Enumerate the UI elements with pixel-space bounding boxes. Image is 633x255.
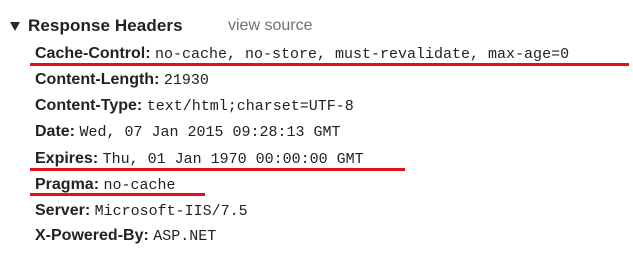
header-row-server: Server: Microsoft-IIS/7.5 [35, 198, 248, 224]
response-headers-panel: Response Headers view source Cache-Contr… [0, 0, 633, 255]
header-value: Thu, 01 Jan 1970 00:00:00 GMT [102, 151, 364, 168]
view-source-link[interactable]: view source [228, 14, 312, 38]
header-row-content-type: Content-Type: text/html;charset=UTF-8 [35, 93, 354, 119]
header-key: X-Powered-By: [35, 227, 154, 244]
header-key: Cache-Control: [35, 45, 155, 62]
header-value: Wed, 07 Jan 2015 09:28:13 GMT [79, 124, 341, 141]
header-value: no-cache [103, 177, 176, 194]
response-headers-toggle[interactable]: Response Headers [10, 14, 183, 38]
header-value: no-cache, no-store, must-revalidate, max… [155, 46, 570, 63]
header-value: Microsoft-IIS/7.5 [94, 203, 248, 220]
header-value: ASP.NET [153, 228, 217, 245]
header-row-x-powered-by: X-Powered-By: ASP.NET [35, 223, 216, 249]
header-value: text/html;charset=UTF-8 [146, 98, 354, 115]
header-row-content-length: Content-Length: 21930 [35, 67, 209, 93]
header-key: Server: [35, 202, 95, 219]
highlight-underline [30, 168, 405, 171]
header-key: Pragma: [35, 176, 104, 193]
header-row-date: Date: Wed, 07 Jan 2015 09:28:13 GMT [35, 119, 341, 145]
header-value: 21930 [163, 72, 209, 89]
header-key: Content-Type: [35, 97, 147, 114]
header-key: Date: [35, 123, 80, 140]
highlight-underline [30, 63, 629, 66]
header-key: Expires: [35, 150, 103, 167]
header-key: Content-Length: [35, 71, 164, 88]
triangle-down-icon[interactable] [10, 22, 20, 31]
highlight-underline [30, 193, 205, 196]
section-title: Response Headers [28, 16, 183, 35]
